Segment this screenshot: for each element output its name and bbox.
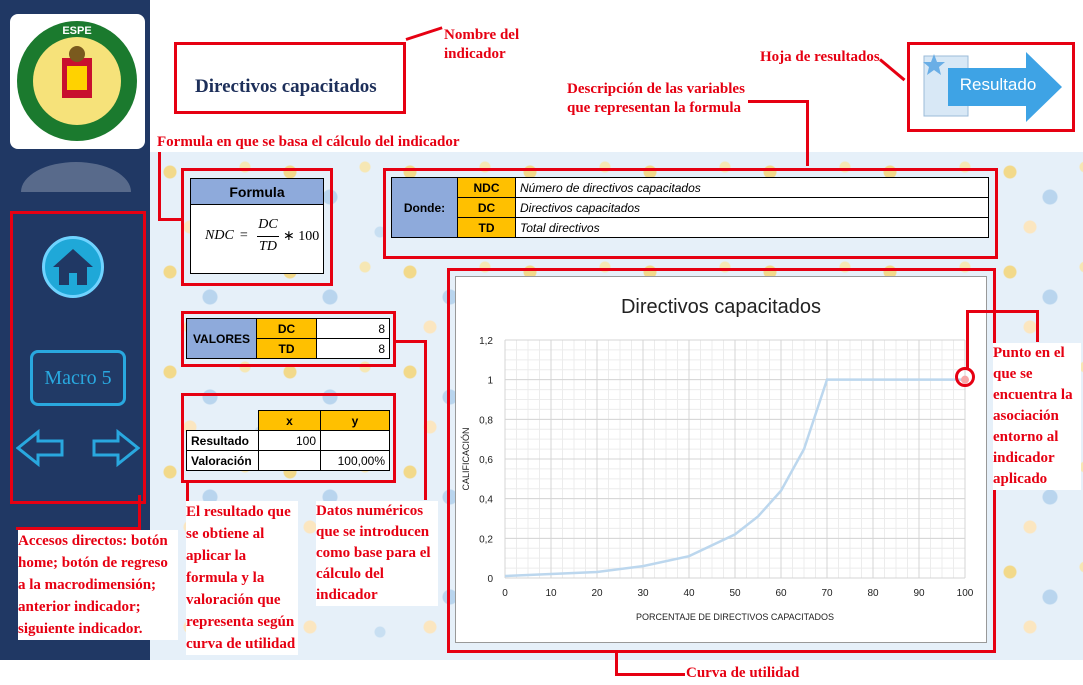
svg-text:ESPE: ESPE bbox=[62, 25, 91, 37]
y-tick-label: 0,6 bbox=[479, 455, 493, 466]
annotation-accesos: Accesos directos: botón home; botón de r… bbox=[18, 530, 178, 640]
valor-code: TD bbox=[256, 338, 317, 359]
results-value: 100,00% bbox=[320, 450, 390, 471]
x-tick-label: 50 bbox=[729, 588, 741, 599]
x-tick-label: 90 bbox=[913, 588, 925, 599]
valor-input-dc[interactable]: 8 bbox=[316, 318, 390, 339]
arrow-right-icon bbox=[92, 428, 141, 468]
y-tick-label: 0,8 bbox=[479, 415, 493, 426]
valores-table: VALORES DC 8 TD 8 bbox=[186, 318, 390, 359]
def-desc: Total directivos bbox=[515, 217, 989, 238]
y-tick-label: 1 bbox=[487, 376, 493, 387]
valor-code: DC bbox=[256, 318, 317, 339]
result-button[interactable]: Resultado bbox=[918, 48, 1066, 126]
def-code: TD bbox=[457, 217, 516, 238]
result-button-label: Resultado bbox=[959, 75, 1037, 94]
espe-logo: ESPE bbox=[10, 14, 145, 149]
annotation-hoja: Hoja de resultados bbox=[760, 48, 880, 67]
definitions-label: Donde: bbox=[391, 177, 458, 238]
home-icon bbox=[53, 249, 93, 285]
formula-numerator: DC bbox=[258, 217, 278, 232]
def-desc: Directivos capacitados bbox=[515, 197, 989, 218]
next-indicator-button[interactable] bbox=[90, 428, 141, 468]
macro-back-button[interactable]: Macro 5 bbox=[30, 350, 126, 406]
results-row-label: Resultado bbox=[186, 430, 259, 451]
indicator-title: Directivos capacitados bbox=[195, 76, 377, 97]
connector bbox=[966, 310, 969, 368]
connector bbox=[158, 218, 182, 221]
connector bbox=[138, 495, 141, 530]
formula-rhs: ∗ 100 bbox=[283, 229, 320, 244]
x-tick-label: 10 bbox=[545, 588, 557, 599]
utility-chart: 0 10 20 30 40 50 60 70 80 90 100 0 0,2 0,4 0,6 0,8 1 1,2 P… bbox=[461, 336, 974, 622]
point-highlight-circle bbox=[955, 367, 975, 387]
annotation-curva: Curva de utilidad bbox=[686, 664, 816, 683]
connector bbox=[1036, 310, 1039, 342]
annotation-formula-base: Formula en que se basa el cálculo del in… bbox=[157, 133, 467, 152]
y-tick-label: 0,2 bbox=[479, 534, 493, 545]
x-tick-label: 70 bbox=[821, 588, 833, 599]
y-tick-label: 0 bbox=[487, 574, 493, 585]
results-row-label: Valoración bbox=[186, 450, 259, 471]
formula-lhs: NDC bbox=[205, 228, 234, 243]
x-tick-label: 60 bbox=[775, 588, 787, 599]
results-value: 100 bbox=[258, 430, 321, 451]
def-desc: Número de directivos capacitados bbox=[515, 177, 989, 198]
connector bbox=[396, 340, 426, 343]
annotation-descripcion: Descripción de las variables que represe… bbox=[567, 80, 747, 118]
results-value bbox=[258, 450, 321, 471]
formula-denominator: TD bbox=[259, 239, 277, 254]
annotation-datos: Datos numéricos que se introducen como b… bbox=[316, 501, 438, 606]
formula-expression: NDC = DC TD ∗ 100 bbox=[205, 217, 320, 254]
results-col-y: y bbox=[320, 410, 390, 431]
watermark-logo bbox=[14, 152, 139, 192]
x-tick-label: 40 bbox=[683, 588, 695, 599]
x-tick-label: 0 bbox=[502, 588, 508, 599]
x-tick-label: 100 bbox=[957, 588, 974, 599]
formula-card: Formula NDC = DC TD ∗ 100 bbox=[190, 178, 324, 274]
formula-title: Formula bbox=[191, 179, 323, 205]
valores-label: VALORES bbox=[186, 318, 257, 359]
x-tick-label: 80 bbox=[867, 588, 879, 599]
results-col-x: x bbox=[258, 410, 321, 431]
home-button[interactable] bbox=[42, 236, 104, 298]
connector bbox=[158, 152, 161, 220]
y-tick-label: 0,4 bbox=[479, 495, 493, 506]
definitions-table: Donde: NDC Número de directivos capacita… bbox=[391, 177, 989, 238]
results-value bbox=[320, 430, 390, 451]
x-axis-title: PORCENTAJE DE DIRECTIVOS CAPACITADOS bbox=[636, 612, 834, 622]
arrow-left-icon bbox=[15, 428, 64, 468]
connector bbox=[966, 310, 1038, 313]
results-table: x y Resultado 100 Valoración 100,00% bbox=[186, 410, 390, 471]
connector bbox=[615, 653, 618, 675]
connector bbox=[748, 100, 808, 103]
x-tick-label: 20 bbox=[591, 588, 603, 599]
y-axis-title: CALIFICACIÓN bbox=[461, 427, 471, 490]
prev-indicator-button[interactable] bbox=[15, 428, 66, 468]
chart-title: Directivos capacitados bbox=[620, 296, 822, 318]
connector bbox=[424, 340, 427, 500]
connector bbox=[806, 100, 809, 166]
connector bbox=[615, 673, 685, 676]
def-code: DC bbox=[457, 197, 516, 218]
valor-input-td[interactable]: 8 bbox=[316, 338, 390, 359]
y-tick-label: 1,2 bbox=[479, 336, 493, 347]
def-code: NDC bbox=[457, 177, 516, 198]
annotation-resultado: El resultado que se obtiene al aplicar l… bbox=[186, 501, 298, 655]
annotation-nombre: Nombre del indicador bbox=[444, 26, 534, 64]
annotation-punto: Punto en el que se encuentra la asociaci… bbox=[993, 343, 1081, 490]
x-tick-label: 30 bbox=[637, 588, 649, 599]
